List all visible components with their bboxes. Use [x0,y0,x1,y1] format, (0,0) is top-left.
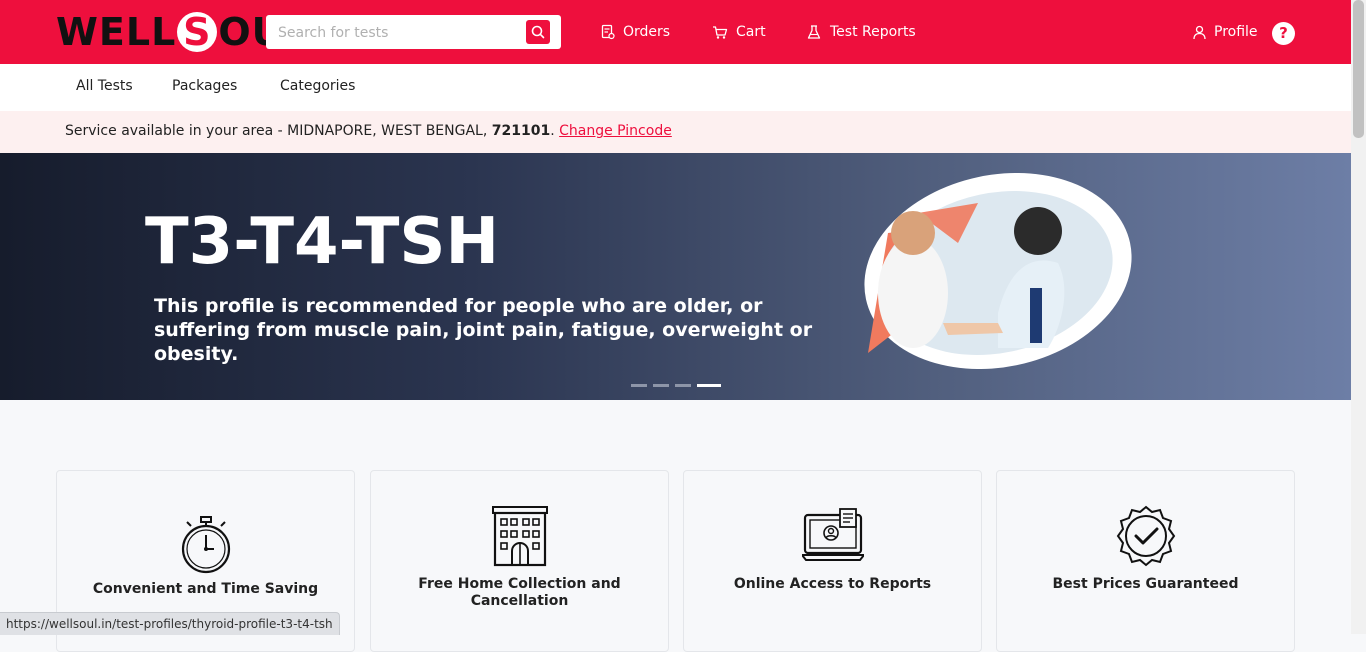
feature-title: Best Prices Guaranteed [1052,576,1239,592]
feature-card-online-reports: Online Access to Reports [683,470,982,652]
feature-title: Online Access to Reports [733,576,932,592]
stopwatch-icon [181,516,231,574]
banner-subtitle-line1: This profile is recommended for people w… [154,295,763,317]
orders-icon [601,24,615,40]
subnav-categories[interactable]: Categories [280,78,355,94]
nurse-head [1014,207,1062,255]
banner-title: T3-T4-TSH [145,205,499,279]
nav-cart[interactable]: Cart [712,22,766,42]
search-input[interactable] [276,15,525,51]
scrollbar-thumb[interactable] [1353,0,1364,138]
hero-banner[interactable]: T3-T4-TSH This profile is recommended fo… [0,153,1351,400]
service-location: Service available in your area - MIDNAPO… [65,123,492,139]
banner-subtitle-line2: suffering from muscle pain, joint pain, … [154,319,813,365]
user-icon [1193,25,1206,39]
category-nav: All Tests Packages Categories [0,64,1351,111]
feature-card-best-prices: Best Prices Guaranteed [996,470,1295,652]
nav-test-reports[interactable]: Test Reports [806,22,916,42]
nav-profile[interactable]: Profile [1193,22,1258,42]
page-scrollbar[interactable] [1351,0,1366,634]
feature-title: Free Home Collection and Cancellation [418,576,621,609]
help-button[interactable]: ? [1272,22,1295,45]
flask-icon [807,25,821,39]
service-pincode: 721101 [491,123,551,139]
carousel-dot-4[interactable] [697,384,721,387]
carousel-dot-2[interactable] [653,384,669,387]
badge-check-icon [1116,505,1176,567]
carousel-dot-3[interactable] [675,384,691,387]
subnav-packages[interactable]: Packages [172,78,237,94]
nav-cart-label: Cart [736,24,766,40]
nav-test-reports-label: Test Reports [830,24,916,40]
search-button[interactable] [526,20,550,44]
cart-icon [713,26,728,39]
carousel-indicators [631,384,721,387]
nav-profile-label: Profile [1214,24,1258,40]
nav-orders[interactable]: Orders [601,22,670,42]
feature-card-home-collection: Free Home Collection and Cancellation [370,470,669,652]
nurse-scrubs [1030,288,1042,343]
banner-subtitle: This profile is recommended for people w… [154,294,874,366]
service-availability-text: Service available in your area - MIDNAPO… [65,123,672,139]
service-separator: . [550,123,555,139]
building-icon [492,506,548,567]
search-bar [266,15,561,51]
feature-title: Convenient and Time Saving [92,581,319,597]
service-availability-bar: Service available in your area - MIDNAPO… [0,111,1351,153]
change-pincode-link[interactable]: Change Pincode [559,123,672,139]
link-status-url: https://wellsoul.in/test-profiles/thyroi… [0,612,340,635]
nav-orders-label: Orders [623,24,671,40]
report-monitor-icon [802,508,864,561]
top-header: WELLSOUL Orders Cart [0,0,1351,64]
search-icon [531,25,545,39]
subnav-all-tests[interactable]: All Tests [76,78,133,94]
patient-head [891,211,935,255]
carousel-dot-1[interactable] [631,384,647,387]
banner-illustration [864,173,1132,369]
